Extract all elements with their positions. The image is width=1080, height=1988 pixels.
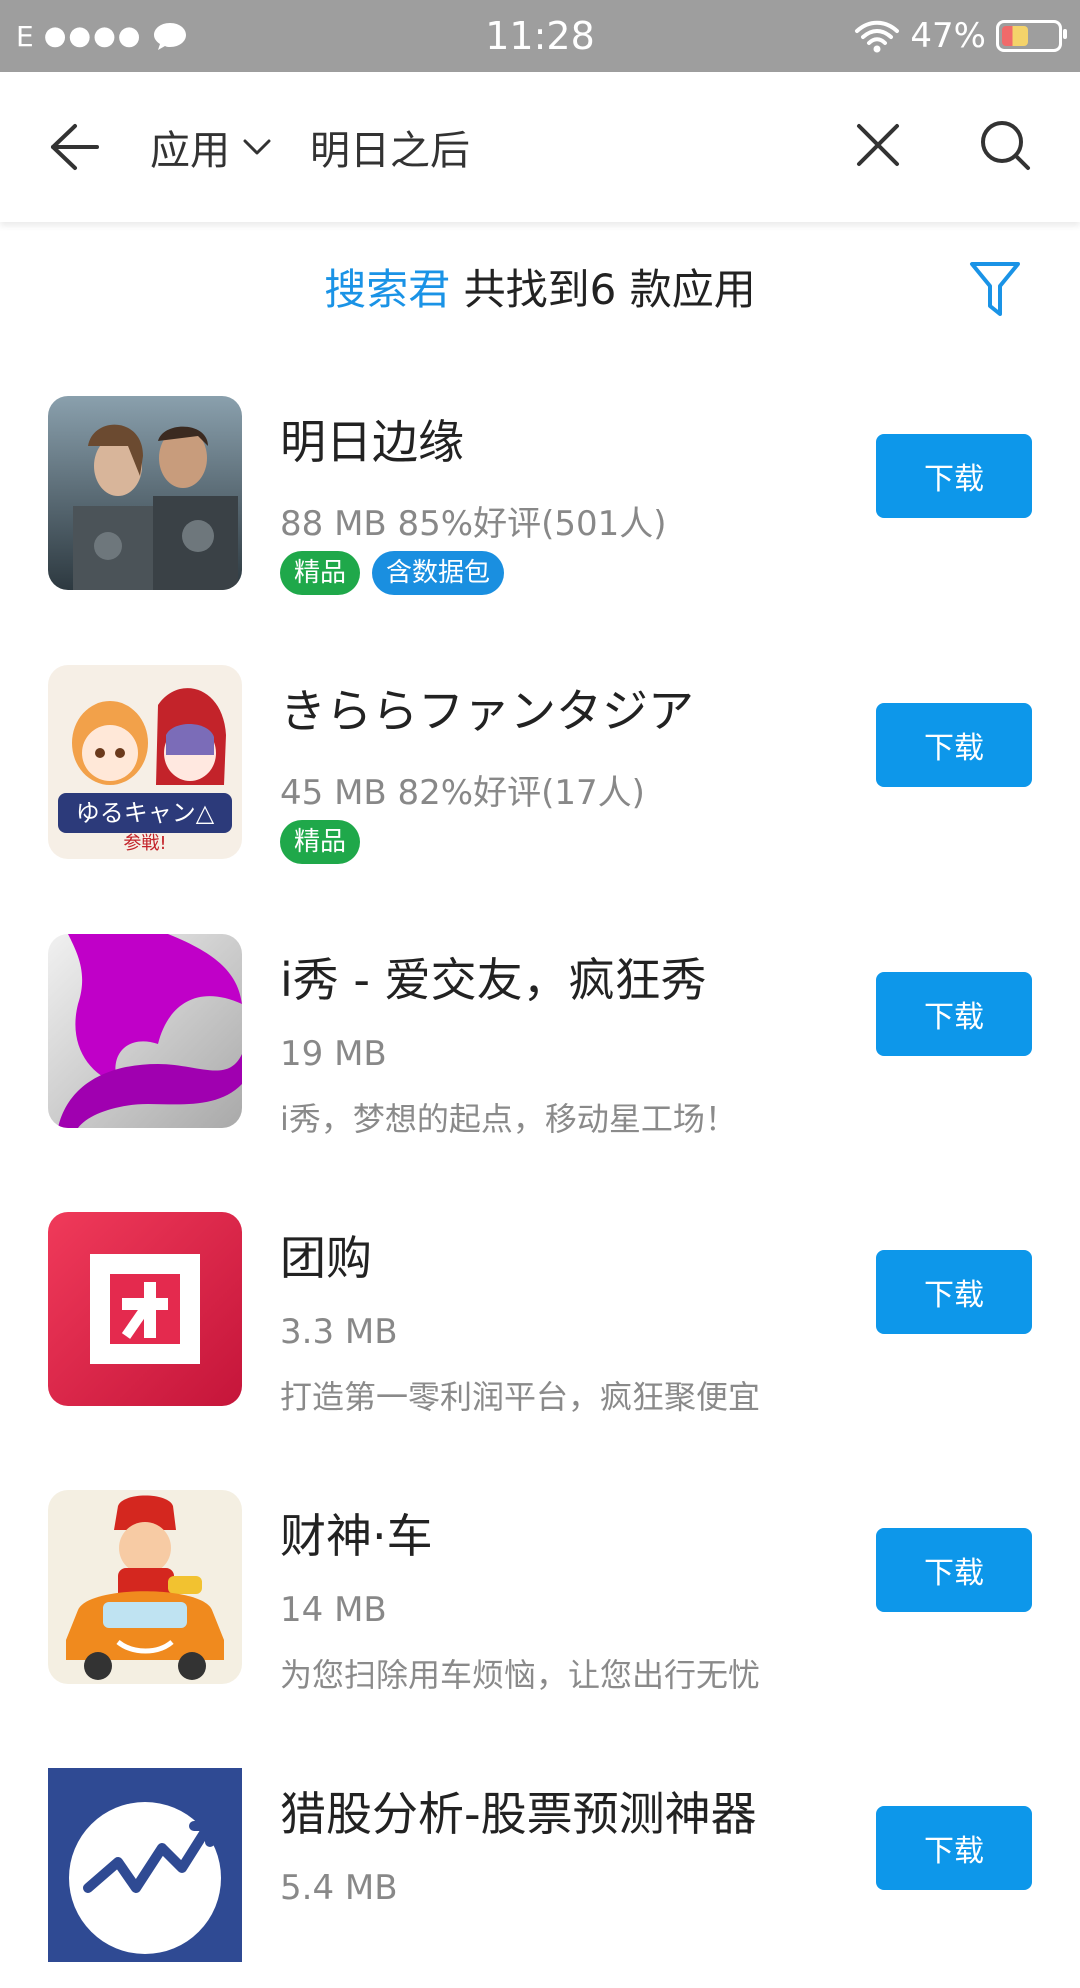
app-meta: 14 MB [280, 1590, 387, 1630]
app-meta: 19 MB [280, 1034, 387, 1074]
search-type-dropdown[interactable]: 应用 [150, 116, 272, 178]
chevron-down-icon [243, 139, 271, 155]
back-arrow-icon[interactable] [45, 120, 101, 174]
app-list-item[interactable]: i秀 - 爱交友，疯狂秀 19 MB i秀，梦想的起点，移动星工场！ 下载 [0, 934, 1080, 1154]
download-button[interactable]: 下载 [876, 434, 1032, 518]
caishen-car-icon [48, 1490, 242, 1684]
download-button[interactable]: 下载 [876, 1250, 1032, 1334]
download-button[interactable]: 下载 [876, 1806, 1032, 1890]
movie-poster-icon [48, 396, 242, 590]
summary-text: 共找到6 款应用 [450, 265, 756, 314]
download-button[interactable]: 下载 [876, 703, 1032, 787]
app-list-item[interactable]: 团购 3.3 MB 打造第一零利润平台，疯狂聚便宜 下载 [0, 1212, 1080, 1432]
app-meta: 88 MB 85%好评(501人) [280, 504, 667, 544]
svg-text:参戦!: 参戦! [123, 833, 166, 854]
app-name: 财神·车 [280, 1509, 433, 1563]
app-tags: 精品 [280, 820, 361, 864]
filter-icon[interactable] [968, 258, 1022, 320]
summary-brand: 搜索君 [324, 265, 451, 314]
svg-text:ゆるキャン△: ゆるキャン△ [76, 799, 215, 827]
search-query-text: 明日之后 [310, 128, 470, 174]
app-description: 打造第一零利润平台，疯狂聚便宜 [280, 1378, 761, 1416]
app-name: 猎股分析-股票预测神器 [280, 1787, 757, 1841]
battery-percent: 47% [910, 16, 986, 56]
status-bar: E ●●●● 11:28 47% [0, 0, 1080, 72]
search-icon[interactable] [978, 118, 1032, 172]
search-input[interactable]: 明日之后 [310, 116, 470, 178]
app-meta: 45 MB 82%好评(17人) [280, 773, 645, 813]
app-description: 为您扫除用车烦恼，让您出行无忧 [280, 1656, 761, 1694]
app-name: きららファンタジア [280, 684, 694, 738]
app-meta: 3.3 MB [280, 1312, 398, 1352]
tag-featured: 精品 [280, 820, 361, 864]
app-description: i秀，梦想的起点，移动星工场！ [280, 1100, 737, 1138]
battery-icon [996, 20, 1067, 52]
tuan-logo-icon [48, 1212, 242, 1406]
app-list-item[interactable]: 明日边缘 88 MB 85%好评(501人) 精品 含数据包 下载 [0, 396, 1080, 616]
tag-featured: 精品 [280, 551, 361, 595]
stock-chart-icon [48, 1768, 242, 1962]
result-summary: 搜索君 共找到6 款应用 [0, 255, 1080, 325]
app-name: 明日边缘 [280, 415, 464, 469]
app-meta: 5.4 MB [280, 1868, 398, 1908]
download-button[interactable]: 下载 [876, 1528, 1032, 1612]
app-list-item[interactable]: 猎股分析-股票预测神器 5.4 MB 下载 [0, 1768, 1080, 1988]
app-tags: 精品 含数据包 [280, 551, 505, 595]
app-list-item[interactable]: 财神·车 14 MB 为您扫除用车烦恼，让您出行无忧 下载 [0, 1490, 1080, 1710]
tag-data-pack: 含数据包 [372, 551, 505, 595]
close-icon[interactable] [855, 122, 901, 168]
app-list-item[interactable]: ゆるキャン△ 参戦! きららファンタジア 45 MB 82%好评(17人) 精品… [0, 665, 1080, 885]
purple-swirl-icon [48, 934, 242, 1128]
wifi-icon [855, 20, 900, 53]
search-type-label: 应用 [150, 128, 230, 174]
anime-characters-icon: ゆるキャン△ 参戦! [48, 665, 242, 859]
search-header: 应用 明日之后 [0, 72, 1080, 222]
download-button[interactable]: 下载 [876, 972, 1032, 1056]
app-name: i秀 - 爱交友，疯狂秀 [280, 953, 707, 1007]
app-name: 团购 [280, 1231, 372, 1285]
